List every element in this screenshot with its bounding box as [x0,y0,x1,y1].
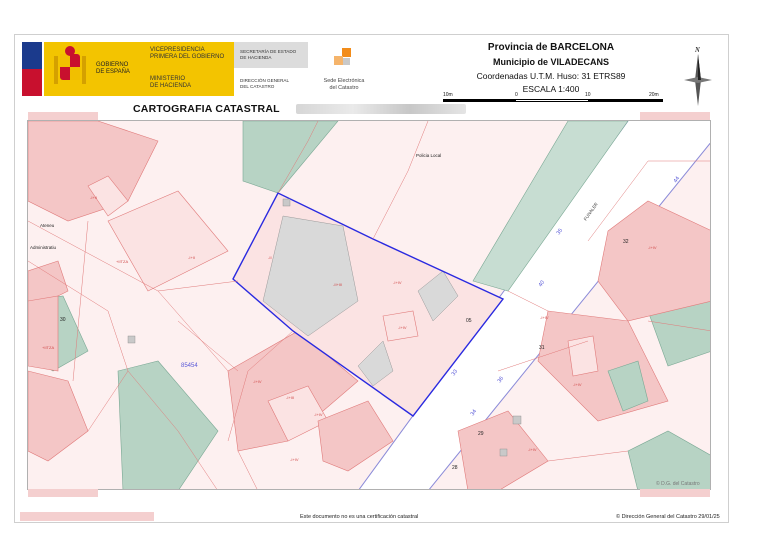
map-title: CARTOGRAFIA CATASTRAL [133,103,280,115]
flag-stripe [22,42,42,96]
municipality-title: Municipio de VILADECANS [492,57,609,67]
map-number: 32 [623,239,629,245]
redacted-mark [640,112,710,120]
floor-label: -II [268,255,272,260]
floor-label: -I+III [286,395,294,400]
small-structure [282,198,291,207]
cadastral-map[interactable]: Policia Local Ateneu Administratiu 85454… [27,120,711,490]
province-title: Provincia de BARCELONA [487,42,615,53]
map-number: 29 [478,431,484,437]
small-structure [499,448,508,457]
small-structure [512,415,522,425]
scale-bar: 10m 0 10 20m [443,92,667,106]
north-arrow-icon: N [684,46,712,106]
floor-label: -I+IV [393,280,402,285]
floor-label: -I+II [90,195,97,200]
scale-tick-label: 0 [515,92,518,98]
building [28,295,59,372]
footer-disclaimer: Este documento no es una certificación c… [300,514,419,520]
cadastral-map-svg: Policia Local Ateneu Administratiu 85454… [28,121,710,489]
map-label: Ateneu [40,223,55,228]
spain-crest-icon [54,46,86,84]
footer-copyright: © Dirección General del Catastro 29/01/2… [616,514,720,520]
map-number: 05 [466,318,472,324]
floor-label: -II+III [333,282,342,287]
floor-label: -I+IV [573,382,582,387]
ministry-label: MINISTERIO DE HACIENDA [150,76,192,89]
map-label: Administratiu [30,245,57,250]
redacted-reference [296,104,466,114]
scale-tick-label: 10 [585,92,591,98]
redacted-mark [640,489,710,497]
secretaria-label: SECRETARÍA DE ESTADO DE HACIENDA [240,49,297,60]
map-number: 30 [60,317,66,323]
floor-label: -I+IV [540,315,549,320]
map-label: Policia Local [416,153,441,158]
direccion-label: DIRECCIÓN GENERAL DEL CATASTRO [240,78,290,89]
floor-label: -I+IV [398,325,407,330]
floor-label: -I+IV [314,412,323,417]
floor-label: +IITZA [116,259,128,264]
floor-label: -I+IV [290,457,299,462]
government-label: GOBIERNO DE ESPAÑA [96,62,130,75]
coordinates-text: Coordenadas U.T.M. Huso: 31 ETRS89 [476,71,626,81]
parcel-id-label: 85454 [181,363,198,369]
floor-label: -I+II [188,255,195,260]
scale-bar-graphic [443,99,663,102]
map-credit: © D.G. del Catastro [656,480,700,487]
map-number: 31 [539,345,545,351]
north-label: N [694,46,700,54]
scale-tick-label: 10m [443,92,453,98]
floor-label: -I+IV [253,379,262,384]
floor-label: -I+IV [648,245,657,250]
building [567,335,599,377]
sede-electronica-icon [334,48,351,65]
sede-electronica-label: Sede Electrónica del Catastro [323,78,365,91]
floor-label: -I+IV [528,447,537,452]
small-structure [127,335,136,344]
vicepresidencia-label: VICEPRESIDENCIA PRIMERA DEL GOBIERNO [150,47,225,60]
redacted-mark [28,489,98,497]
redacted-footer [20,512,154,521]
floor-label: +IITZA [42,345,54,350]
scale-tick-label: 20m [649,92,659,98]
redacted-mark [28,112,98,120]
map-number: 28 [452,465,458,471]
